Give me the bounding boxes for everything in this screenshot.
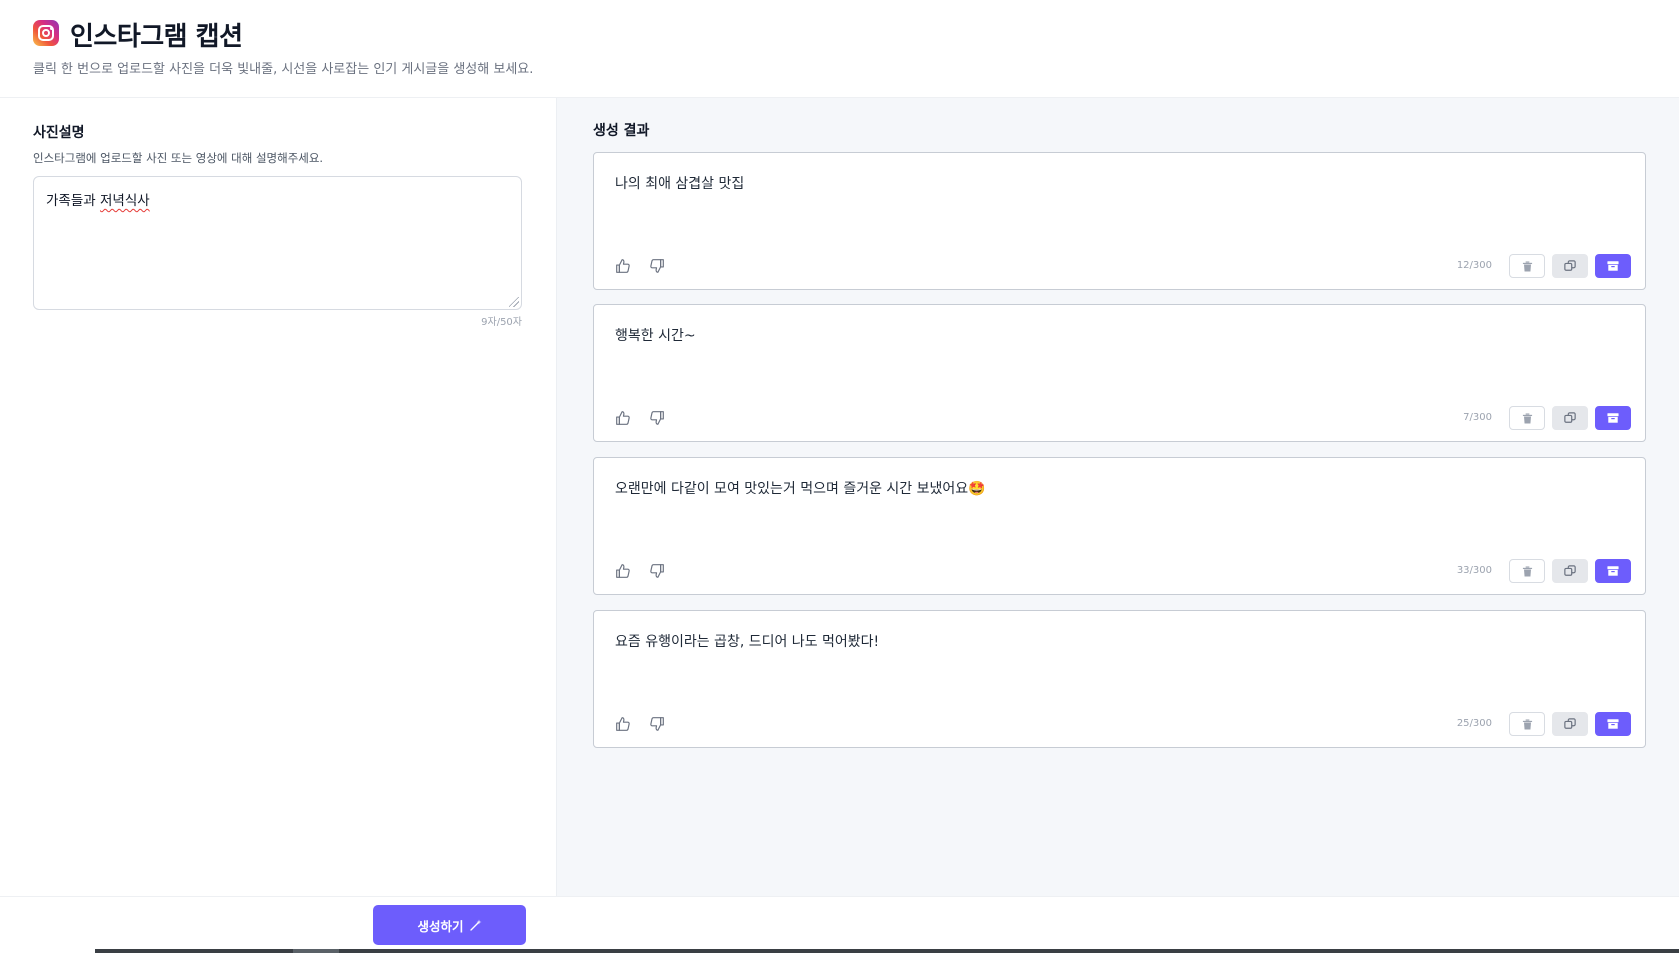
trash-icon <box>1522 718 1533 730</box>
result-card: 나의 최애 삼겹살 맛집 12/300 <box>593 152 1646 290</box>
instagram-icon <box>33 20 59 46</box>
thumbs-up-icon[interactable] <box>614 409 632 427</box>
archive-icon <box>1607 260 1619 272</box>
result-card: 오랜만에 다같이 모여 맛있는거 먹으며 즐거운 시간 보냈어요🤩 33/300 <box>593 457 1646 595</box>
delete-button[interactable] <box>1509 406 1545 430</box>
thumbs-down-icon[interactable] <box>648 562 666 580</box>
generate-button[interactable]: 생성하기 <box>373 905 526 945</box>
result-card: 행복한 시간~ 7/300 <box>593 304 1646 442</box>
copy-button[interactable] <box>1552 559 1588 583</box>
thumbs-down-icon[interactable] <box>648 257 666 275</box>
save-button[interactable] <box>1595 254 1631 278</box>
footer: 생성하기 <box>0 896 1679 953</box>
photo-description-help: 인스타그램에 업로드할 사진 또는 영상에 대해 설명해주세요. <box>33 151 324 165</box>
save-button[interactable] <box>1595 559 1631 583</box>
archive-icon <box>1607 565 1619 577</box>
trash-icon <box>1522 412 1533 424</box>
input-text-prefix: 가족들과 <box>46 193 100 209</box>
results-panel: 생성 결과 나의 최애 삼겹살 맛집 12/300 행복한 시간~ 7/300 오랜만에… <box>557 98 1679 896</box>
page-subtitle: 클릭 한 번으로 업로드할 사진을 더욱 빛내줄, 시선을 사로잡는 인기 게시… <box>33 62 534 77</box>
header: 인스타그램 캡션 클릭 한 번으로 업로드할 사진을 더욱 빛내줄, 시선을 사… <box>0 0 1679 98</box>
generate-label: 생성하기 <box>417 918 464 934</box>
magic-wand-icon <box>469 919 481 931</box>
delete-button[interactable] <box>1509 254 1545 278</box>
bottom-strip <box>95 949 1679 953</box>
result-length: 33/300 <box>1456 565 1492 576</box>
delete-button[interactable] <box>1509 559 1545 583</box>
result-length: 7/300 <box>1463 412 1492 423</box>
thumbs-up-icon[interactable] <box>614 562 632 580</box>
photo-description-input[interactable]: 가족들과 저녁식사 <box>33 176 522 310</box>
result-text[interactable]: 나의 최애 삼겹살 맛집 <box>615 173 744 193</box>
result-text[interactable]: 오랜만에 다같이 모여 맛있는거 먹으며 즐거운 시간 보냈어요🤩 <box>615 478 986 498</box>
archive-icon <box>1607 718 1619 730</box>
archive-icon <box>1607 412 1619 424</box>
thumbs-up-icon[interactable] <box>614 257 632 275</box>
input-text-misspelled: 저녁식사 <box>99 193 150 209</box>
copy-icon <box>1564 412 1576 424</box>
results-title: 생성 결과 <box>593 123 650 139</box>
input-panel: 사진설명 인스타그램에 업로드할 사진 또는 영상에 대해 설명해주세요. 가족… <box>0 98 557 896</box>
save-button[interactable] <box>1595 406 1631 430</box>
result-card: 요즘 유행이라는 곱창, 드디어 나도 먹어봤다! 25/300 <box>593 610 1646 748</box>
page-title: 인스타그램 캡션 <box>70 22 243 52</box>
trash-icon <box>1522 565 1533 577</box>
result-length: 12/300 <box>1456 260 1492 271</box>
delete-button[interactable] <box>1509 712 1545 736</box>
save-button[interactable] <box>1595 712 1631 736</box>
copy-button[interactable] <box>1552 712 1588 736</box>
copy-button[interactable] <box>1552 254 1588 278</box>
result-text[interactable]: 행복한 시간~ <box>615 325 696 345</box>
photo-description-title: 사진설명 <box>33 125 85 141</box>
resize-handle[interactable] <box>509 297 519 307</box>
copy-icon <box>1564 260 1576 272</box>
copy-icon <box>1564 718 1576 730</box>
thumbs-down-icon[interactable] <box>648 715 666 733</box>
result-length: 25/300 <box>1456 718 1492 729</box>
result-text[interactable]: 요즘 유행이라는 곱창, 드디어 나도 먹어봤다! <box>615 631 879 651</box>
char-counter: 9자/50자 <box>481 317 522 328</box>
thumbs-down-icon[interactable] <box>648 409 666 427</box>
copy-button[interactable] <box>1552 406 1588 430</box>
thumbs-up-icon[interactable] <box>614 715 632 733</box>
copy-icon <box>1564 565 1576 577</box>
trash-icon <box>1522 260 1533 272</box>
